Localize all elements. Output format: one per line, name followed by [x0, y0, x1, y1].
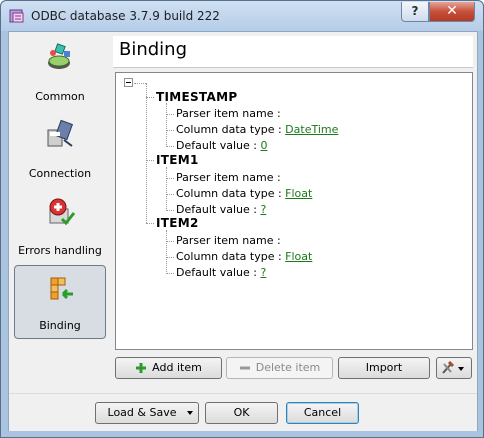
tree-connector	[166, 194, 174, 195]
tree-node-timestamp[interactable]: TIMESTAMP	[156, 90, 237, 104]
tree-connector	[166, 230, 167, 274]
close-icon: ✕	[446, 3, 458, 19]
tree-connector	[166, 146, 174, 147]
ok-button[interactable]: OK	[205, 402, 278, 424]
tools-menu-button[interactable]	[436, 357, 472, 379]
default-value-link[interactable]: ?	[260, 266, 266, 279]
sidebar: Common Connection Errors handling Bindin…	[10, 33, 112, 371]
add-item-label: Add item	[152, 361, 202, 374]
cancel-label: Cancel	[303, 406, 342, 419]
errors-icon	[49, 198, 76, 226]
tree-property: Parser item name :	[176, 234, 281, 247]
collapse-toggle-icon[interactable]	[124, 78, 133, 87]
default-value-link[interactable]: 0	[260, 139, 267, 152]
help-icon: ?	[411, 4, 419, 18]
delete-item-button[interactable]: Delete item	[226, 357, 333, 379]
tree-connector	[166, 273, 174, 274]
tree-property: Default value : 0	[176, 139, 267, 152]
app-icon	[9, 9, 24, 23]
import-button[interactable]: Import	[338, 357, 430, 379]
tools-icon	[442, 361, 464, 374]
property-label: Parser item name :	[176, 234, 281, 247]
cancel-button[interactable]: Cancel	[286, 402, 359, 424]
ok-label: OK	[233, 406, 250, 419]
column-type-link[interactable]: Float	[285, 250, 312, 263]
sidebar-item-label: Errors handling	[18, 244, 102, 257]
sidebar-item-label: Common	[35, 90, 85, 103]
tree-connector	[166, 114, 174, 115]
binding-icon	[50, 277, 73, 300]
property-label: Default value :	[176, 139, 257, 152]
dialog-client-area: Common Connection Errors handling Bindin…	[8, 31, 478, 431]
tree-property: Default value : ?	[176, 203, 266, 216]
property-label: Parser item name :	[176, 107, 281, 120]
delete-item-label: Delete item	[255, 361, 321, 374]
tree-connector	[146, 160, 154, 161]
binding-tree[interactable]: TIMESTAMP Parser item name : Column data…	[115, 72, 473, 350]
dialog-footer: Load & Save OK Cancel	[9, 393, 477, 431]
sidebar-item-errors-handling[interactable]: Errors handling	[14, 189, 106, 263]
sidebar-item-label: Binding	[39, 319, 81, 332]
column-type-link[interactable]: Float	[285, 187, 312, 200]
tree-connector	[146, 97, 154, 98]
import-label: Import	[365, 361, 403, 374]
connection-icon	[47, 119, 74, 147]
app-window: ODBC database 3.7.9 build 222 ? ✕ Common	[0, 0, 484, 438]
common-icon	[48, 43, 70, 69]
sidebar-item-label: Connection	[28, 167, 92, 180]
tree-connector	[166, 178, 174, 179]
tree-property: Column data type : Float	[176, 250, 312, 263]
column-type-link[interactable]: DateTime	[285, 123, 338, 136]
title-bar[interactable]: ODBC database 3.7.9 build 222 ? ✕	[1, 1, 483, 31]
property-label: Column data type :	[176, 250, 282, 263]
chevron-down-icon	[187, 411, 193, 415]
property-label: Column data type :	[176, 123, 282, 136]
window-title: ODBC database 3.7.9 build 222	[31, 9, 220, 23]
tree-property: Column data type : Float	[176, 187, 312, 200]
tree-property: Parser item name :	[176, 107, 281, 120]
tree-property: Parser item name :	[176, 171, 281, 184]
tree-node-item1[interactable]: ITEM1	[156, 153, 199, 167]
plus-icon	[136, 363, 147, 373]
default-value-link[interactable]: ?	[260, 203, 266, 216]
sidebar-item-binding[interactable]: Binding	[14, 265, 106, 339]
tree-connector	[166, 241, 174, 242]
property-label: Parser item name :	[176, 171, 281, 184]
load-save-label: Load & Save	[107, 406, 177, 419]
page-header: Binding	[113, 36, 473, 68]
tree-connector	[134, 83, 146, 84]
tree-connector	[146, 83, 147, 223]
property-label: Default value :	[176, 203, 257, 216]
page-title: Binding	[119, 39, 188, 60]
add-item-button[interactable]: Add item	[115, 357, 222, 379]
tree-node-item2[interactable]: ITEM2	[156, 216, 199, 230]
tree-property: Column data type : DateTime	[176, 123, 338, 136]
close-button[interactable]: ✕	[429, 2, 475, 22]
tree-property: Default value : ?	[176, 266, 266, 279]
tree-connector	[166, 130, 174, 131]
load-save-button[interactable]: Load & Save	[95, 402, 199, 424]
tree-connector	[166, 257, 174, 258]
tree-connector	[146, 223, 154, 224]
tree-connector	[166, 103, 167, 147]
tree-connector	[166, 167, 167, 211]
sidebar-item-connection[interactable]: Connection	[14, 112, 106, 186]
help-button[interactable]: ?	[401, 2, 429, 22]
minus-icon	[239, 366, 250, 370]
property-label: Column data type :	[176, 187, 282, 200]
tree-connector	[166, 210, 174, 211]
property-label: Default value :	[176, 266, 257, 279]
sidebar-item-common[interactable]: Common	[14, 35, 106, 109]
